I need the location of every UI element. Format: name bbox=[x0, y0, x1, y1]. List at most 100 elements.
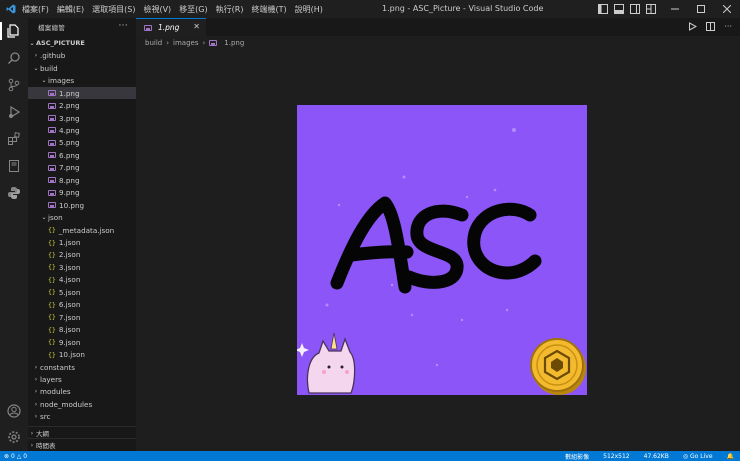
folder-item[interactable]: ⌄ json bbox=[28, 211, 136, 224]
status-left: ⊗ 0 △ 0 bbox=[4, 451, 27, 461]
close-window-button[interactable] bbox=[714, 0, 740, 18]
chevron-right-icon: › bbox=[30, 441, 34, 449]
folder-item[interactable]: › constants bbox=[28, 361, 136, 374]
minimize-button[interactable] bbox=[662, 0, 688, 18]
json-file-icon: {} bbox=[48, 350, 56, 359]
run-debug-icon[interactable] bbox=[5, 103, 23, 121]
maximize-button[interactable] bbox=[688, 0, 714, 18]
menu-item[interactable]: 移至(G) bbox=[179, 4, 207, 15]
image-file-icon bbox=[48, 177, 56, 184]
file-item[interactable]: 2.png bbox=[28, 99, 136, 112]
problems-indicator[interactable]: ⊗ 0 △ 0 bbox=[4, 453, 27, 460]
file-item[interactable]: {} 3.json bbox=[28, 261, 136, 274]
manage-gear-icon[interactable] bbox=[5, 428, 23, 446]
breadcrumb-build[interactable]: build bbox=[145, 39, 162, 47]
account-icon[interactable] bbox=[5, 402, 23, 420]
file-item[interactable]: 9.png bbox=[28, 186, 136, 199]
tree-item-label: _metadata.json bbox=[58, 225, 115, 235]
tree-item-label: 3.json bbox=[58, 262, 81, 272]
run-icon[interactable] bbox=[688, 22, 698, 31]
extensions-icon[interactable] bbox=[5, 130, 23, 148]
file-item[interactable]: {} 1.json bbox=[28, 236, 136, 249]
file-item[interactable]: 7.png bbox=[28, 162, 136, 175]
chevron-down-icon: ⌄ bbox=[41, 214, 47, 222]
notebook-icon[interactable] bbox=[5, 157, 23, 175]
file-item[interactable]: {} 8.json bbox=[28, 323, 136, 336]
image-file-icon bbox=[144, 24, 152, 31]
folder-item[interactable]: › src bbox=[28, 411, 136, 424]
menu-item[interactable]: 檔案(F) bbox=[22, 4, 49, 15]
file-item[interactable]: 6.png bbox=[28, 149, 136, 162]
menu-item[interactable]: 終端機(T) bbox=[251, 4, 286, 15]
image-preview[interactable] bbox=[297, 105, 587, 395]
tab-1-png[interactable]: 1.png ✕ bbox=[136, 18, 206, 36]
menu-item[interactable]: 執行(R) bbox=[216, 4, 244, 15]
folder-item[interactable]: › modules bbox=[28, 386, 136, 399]
window-controls bbox=[598, 0, 740, 18]
breadcrumb-file[interactable]: 1.png bbox=[224, 39, 244, 47]
explorer-icon[interactable] bbox=[5, 22, 23, 40]
notifications-bell-icon[interactable]: 🔔 bbox=[727, 453, 734, 460]
more-actions-icon[interactable]: ··· bbox=[119, 21, 128, 31]
close-tab-icon[interactable]: ✕ bbox=[193, 22, 200, 31]
split-editor-icon[interactable] bbox=[706, 22, 716, 31]
file-item[interactable]: 3.png bbox=[28, 112, 136, 125]
file-item[interactable]: {} 4.json bbox=[28, 274, 136, 287]
folder-item[interactable]: ⌄ images bbox=[28, 74, 136, 87]
json-file-icon: {} bbox=[48, 300, 56, 309]
json-file-icon: {} bbox=[48, 250, 56, 259]
python-icon[interactable] bbox=[5, 184, 23, 202]
file-item[interactable]: {} 5.json bbox=[28, 286, 136, 299]
menu-item[interactable]: 編輯(E) bbox=[57, 4, 84, 15]
file-item[interactable]: 4.png bbox=[28, 124, 136, 137]
tree-item-label: 2.json bbox=[58, 250, 81, 260]
breadcrumb-images[interactable]: images bbox=[173, 39, 198, 47]
more-editor-actions-icon[interactable]: ··· bbox=[724, 22, 732, 31]
json-file-icon: {} bbox=[48, 263, 56, 272]
title-bar: 檔案(F) 編輯(E) 選取項目(S) 檢視(V) 移至(G) 執行(R) 終端機(T) 說明… bbox=[0, 0, 740, 18]
file-item[interactable]: {} 2.json bbox=[28, 249, 136, 262]
tree-item-label: 1.png bbox=[59, 88, 80, 98]
file-item[interactable]: {} 9.json bbox=[28, 336, 136, 349]
chevron-right-icon: › bbox=[34, 388, 38, 396]
image-file-icon bbox=[48, 189, 56, 196]
json-file-icon: {} bbox=[48, 338, 56, 347]
explorer-sidebar: 檔案總管 ··· ⌄ ASC_PICTURE › .github ⌄ build ⌄ im… bbox=[28, 18, 136, 451]
tree-item-label: node_modules bbox=[40, 399, 93, 409]
menu-item[interactable]: 選取項目(S) bbox=[92, 4, 135, 15]
toggle-panel-icon[interactable] bbox=[614, 4, 624, 14]
folder-item[interactable]: ⌄ build bbox=[28, 62, 136, 75]
go-live-button[interactable]: ◎ Go Live bbox=[683, 453, 713, 460]
workspace-root[interactable]: ⌄ ASC_PICTURE bbox=[28, 37, 136, 50]
customize-layout-icon[interactable] bbox=[646, 4, 656, 14]
error-icon: ⊗ bbox=[4, 452, 10, 460]
search-icon[interactable] bbox=[5, 49, 23, 67]
chevron-right-icon: › bbox=[34, 375, 38, 383]
timeline-section[interactable]: › 時間表 bbox=[28, 438, 136, 451]
file-item[interactable]: 5.png bbox=[28, 137, 136, 150]
image-file-icon bbox=[48, 127, 56, 134]
tree-item-label: layers bbox=[40, 374, 62, 384]
tree-item-label: src bbox=[40, 412, 51, 422]
folder-item[interactable]: › layers bbox=[28, 373, 136, 386]
file-item[interactable]: {} _metadata.json bbox=[28, 224, 136, 237]
file-item[interactable]: 8.png bbox=[28, 174, 136, 187]
file-item[interactable]: {} 10.json bbox=[28, 348, 136, 361]
file-item[interactable]: {} 6.json bbox=[28, 299, 136, 312]
file-item[interactable]: 1.png bbox=[28, 86, 136, 100]
file-item[interactable]: 10.png bbox=[28, 199, 136, 212]
json-file-icon: {} bbox=[48, 313, 56, 322]
toggle-secondary-sidebar-icon[interactable] bbox=[630, 4, 640, 14]
status-right: 數組影像 512x512 47.62KB ◎ Go Live 🔔 bbox=[565, 451, 734, 461]
toggle-primary-sidebar-icon[interactable] bbox=[598, 4, 608, 14]
source-control-icon[interactable] bbox=[5, 76, 23, 94]
menu-item[interactable]: 檢視(V) bbox=[143, 4, 171, 15]
file-item[interactable]: {} 7.json bbox=[28, 311, 136, 324]
chevron-down-icon: ⌄ bbox=[33, 64, 39, 72]
menu-item[interactable]: 說明(H) bbox=[295, 4, 323, 15]
folder-item[interactable]: › node_modules bbox=[28, 398, 136, 411]
close-icon bbox=[723, 5, 731, 13]
go-live-label: Go Live bbox=[690, 452, 713, 460]
coin bbox=[530, 338, 586, 395]
folder-item[interactable]: › .github bbox=[28, 50, 136, 63]
